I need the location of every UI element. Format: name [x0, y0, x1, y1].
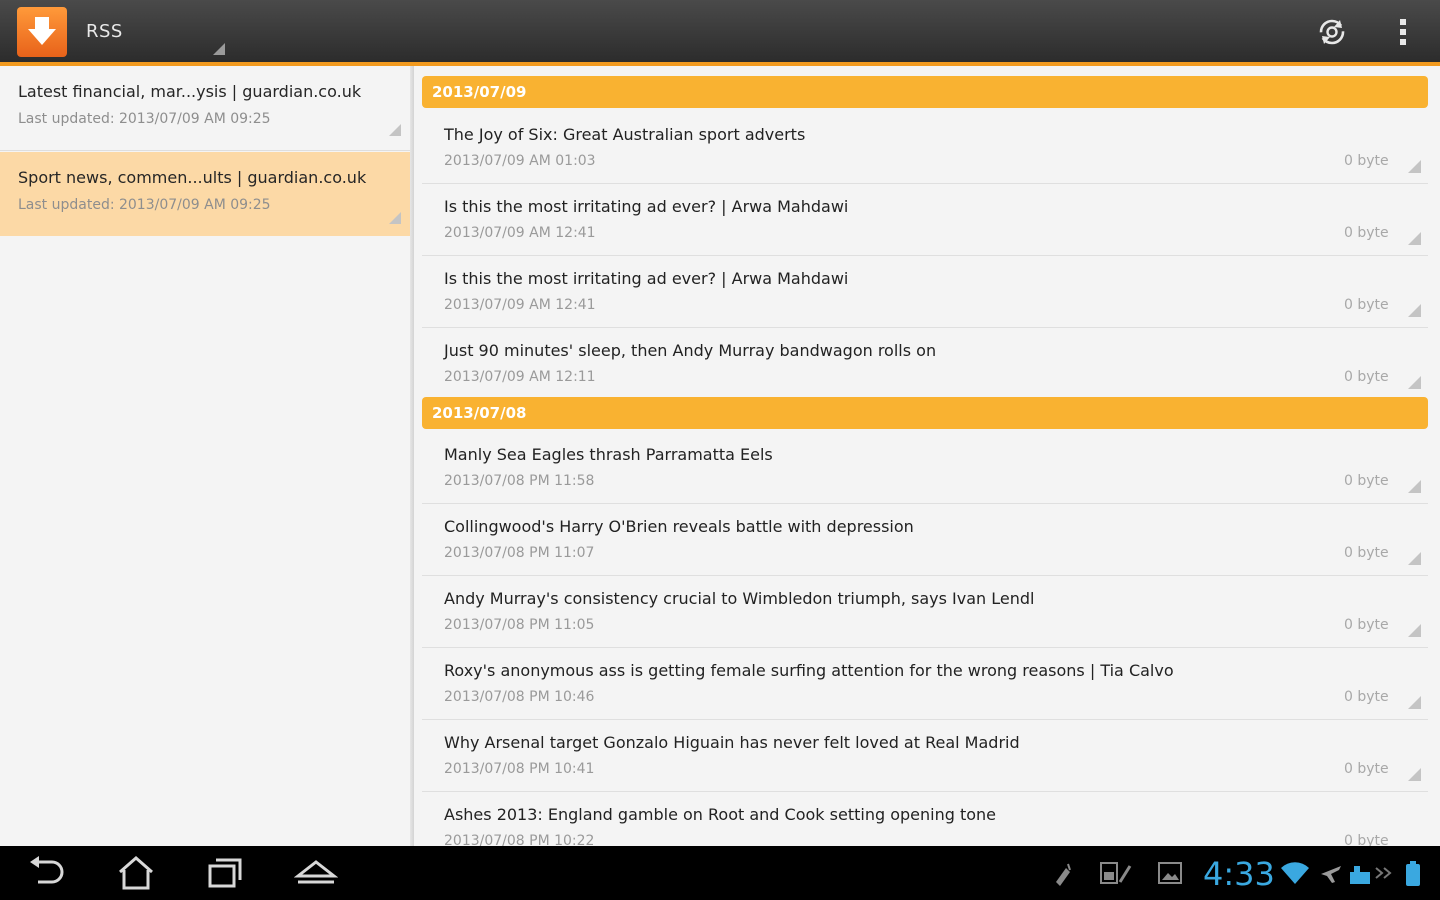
article-title: Why Arsenal target Gonzalo Higuain has n… — [444, 733, 1020, 752]
action-bar: RSS — [0, 0, 1440, 62]
article-size: 0 byte — [1344, 545, 1389, 561]
article-row[interactable]: Is this the most irritating ad ever? | A… — [422, 184, 1428, 256]
article-context-corner — [1408, 624, 1421, 637]
article-date: 2013/07/09 AM 12:11 — [444, 369, 596, 385]
article-date: 2013/07/09 AM 12:41 — [444, 297, 596, 313]
article-row[interactable]: Roxy's anonymous ass is getting female s… — [422, 648, 1428, 720]
article-row[interactable]: The Joy of Six: Great Australian sport a… — [422, 112, 1428, 184]
usb-debug-icon — [1056, 863, 1071, 886]
app-title[interactable]: RSS — [86, 21, 123, 42]
article-size: 0 byte — [1344, 297, 1389, 313]
refresh-icon[interactable] — [1314, 14, 1350, 50]
feed-last-updated: Last updated: 2013/07/09 AM 09:25 — [18, 111, 271, 127]
article-context-corner — [1408, 376, 1421, 389]
article-row[interactable]: Andy Murray's consistency crucial to Wim… — [422, 576, 1428, 648]
overflow-menu-icon[interactable] — [1392, 14, 1414, 50]
article-size: 0 byte — [1344, 689, 1389, 705]
airplane-icon — [1321, 866, 1341, 883]
back-icon[interactable] — [24, 854, 68, 892]
article-context-corner — [1408, 768, 1421, 781]
article-date: 2013/07/08 PM 10:41 — [444, 761, 595, 777]
article-row[interactable]: Why Arsenal target Gonzalo Higuain has n… — [422, 720, 1428, 792]
feed-title: Sport news, commen...ults | guardian.co.… — [18, 168, 367, 187]
status-clock: 4:33 — [1203, 855, 1275, 893]
screenshot-icon — [1158, 862, 1182, 884]
article-context-corner — [1408, 552, 1421, 565]
feed-context-corner — [389, 212, 401, 224]
article-title: Ashes 2013: England gamble on Root and C… — [444, 805, 996, 824]
article-title: Andy Murray's consistency crucial to Wim… — [444, 589, 1035, 608]
download-arrow-icon — [28, 17, 56, 45]
article-date: 2013/07/08 PM 11:07 — [444, 545, 595, 561]
article-list: 2013/07/09 The Joy of Six: Great Austral… — [414, 66, 1440, 846]
article-size: 0 byte — [1344, 617, 1389, 633]
article-size: 0 byte — [1344, 833, 1389, 846]
article-date: 2013/07/08 PM 10:22 — [444, 833, 595, 846]
feed-item[interactable]: Latest financial, mar...ysis | guardian.… — [0, 66, 410, 151]
storage-icon — [1350, 866, 1392, 884]
article-date: 2013/07/09 AM 12:41 — [444, 225, 596, 241]
divider — [0, 150, 410, 151]
article-title: Just 90 minutes' sleep, then Andy Murray… — [444, 341, 937, 360]
feed-last-updated: Last updated: 2013/07/09 AM 09:25 — [18, 197, 271, 213]
article-row[interactable]: Ashes 2013: England gamble on Root and C… — [422, 792, 1428, 846]
article-title: Collingwood's Harry O'Brien reveals batt… — [444, 517, 914, 536]
date-group-label: 2013/07/09 — [432, 83, 527, 101]
article-row[interactable]: Is this the most irritating ad ever? | A… — [422, 256, 1428, 328]
article-context-corner — [1408, 480, 1421, 493]
date-group-header: 2013/07/09 — [422, 76, 1428, 108]
article-size: 0 byte — [1344, 473, 1389, 489]
feed-context-corner — [389, 124, 401, 136]
sd-card-icon — [1100, 862, 1132, 884]
menu-up-icon[interactable] — [294, 854, 338, 892]
article-row[interactable]: Collingwood's Harry O'Brien reveals batt… — [422, 504, 1428, 576]
article-context-corner — [1408, 696, 1421, 709]
article-size: 0 byte — [1344, 153, 1389, 169]
feed-list: Latest financial, mar...ysis | guardian.… — [0, 66, 410, 846]
wifi-icon — [1281, 862, 1309, 884]
article-context-corner — [1408, 304, 1421, 317]
article-title: Is this the most irritating ad ever? | A… — [444, 269, 849, 288]
app-logo[interactable] — [17, 7, 67, 57]
feed-item-selected[interactable]: Sport news, commen...ults | guardian.co.… — [0, 152, 410, 236]
article-row[interactable]: Manly Sea Eagles thrash Parramatta Eels … — [422, 432, 1428, 504]
article-title: Roxy's anonymous ass is getting female s… — [444, 661, 1174, 680]
article-context-corner — [1408, 232, 1421, 245]
article-size: 0 byte — [1344, 225, 1389, 241]
article-size: 0 byte — [1344, 369, 1389, 385]
date-group-header: 2013/07/08 — [422, 397, 1428, 429]
article-size: 0 byte — [1344, 761, 1389, 777]
article-title: Is this the most irritating ad ever? | A… — [444, 197, 849, 216]
article-context-corner — [1408, 160, 1421, 173]
battery-icon — [1406, 861, 1420, 886]
article-date: 2013/07/08 PM 11:58 — [444, 473, 595, 489]
article-title: Manly Sea Eagles thrash Parramatta Eels — [444, 445, 773, 464]
article-date: 2013/07/08 PM 10:46 — [444, 689, 595, 705]
home-icon[interactable] — [114, 854, 158, 892]
article-row[interactable]: Just 90 minutes' sleep, then Andy Murray… — [422, 328, 1428, 400]
article-title: The Joy of Six: Great Australian sport a… — [444, 125, 806, 144]
article-date: 2013/07/09 AM 01:03 — [444, 153, 596, 169]
feed-title: Latest financial, mar...ysis | guardian.… — [18, 82, 362, 101]
date-group-label: 2013/07/08 — [432, 404, 527, 422]
article-date: 2013/07/08 PM 11:05 — [444, 617, 595, 633]
title-dropdown-indicator — [213, 43, 225, 55]
recent-apps-icon[interactable] — [204, 854, 248, 892]
